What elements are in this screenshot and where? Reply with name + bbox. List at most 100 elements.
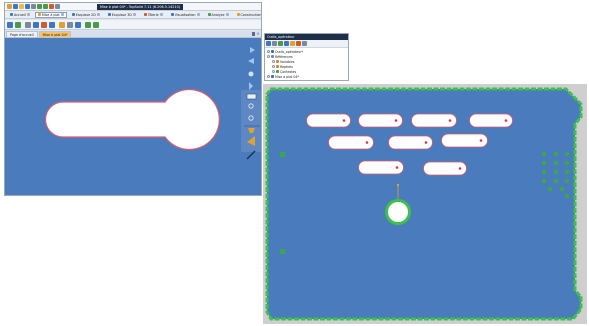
ribbon-tab[interactable]: Esquisse 3D <box>105 12 139 18</box>
unfold-icon[interactable] <box>15 22 21 28</box>
ribbon-tab-close-icon[interactable] <box>225 13 229 16</box>
expand-icon[interactable] <box>272 70 275 73</box>
close-icon[interactable]: × <box>256 32 260 36</box>
tree-item-label: Contextes <box>280 69 297 74</box>
ribbon-tab-icon <box>207 13 211 16</box>
view-arrow-icon[interactable] <box>250 47 255 53</box>
tree-node-icon <box>271 75 274 78</box>
ribbon-tab-label: Visualisation <box>174 12 196 17</box>
nested-part[interactable] <box>328 135 374 150</box>
window-title: Mise à plat 04* - TopSolid 7.11 (6.206.5… <box>97 4 184 10</box>
ribbon-tab-icon <box>10 13 13 16</box>
hole-icon[interactable] <box>59 22 65 28</box>
profile-icon[interactable] <box>49 22 55 28</box>
ribbon-tab-close-icon[interactable] <box>132 13 136 16</box>
ribbon-tab-label: Construction <box>240 12 262 17</box>
ribbon-tab[interactable]: Esquisse 2D <box>69 12 103 18</box>
project-tree-panel: Outils_opérateur Outils_opérateur* Référe… <box>264 33 349 81</box>
nested-part[interactable] <box>423 161 467 176</box>
app-logo-icon[interactable] <box>7 4 12 9</box>
lead-in-point <box>396 183 400 187</box>
clamp-marker[interactable] <box>280 249 285 254</box>
panel-tool-icon[interactable] <box>296 41 301 46</box>
panel-tool-icon[interactable] <box>266 41 271 46</box>
ribbon-tab-icon <box>143 13 147 16</box>
view-rotate-icon[interactable] <box>248 71 254 77</box>
panel-tool-icon[interactable] <box>272 41 277 46</box>
pin-icon[interactable] <box>252 32 255 36</box>
ribbon-tab-icon <box>37 13 41 16</box>
quick-access-toolbar <box>7 4 60 9</box>
ribbon-tab-label: Tôlerie <box>147 12 159 17</box>
ribbon-tab-label: Esquisse 3D <box>111 12 132 17</box>
nested-part[interactable] <box>441 133 488 148</box>
sketch-line-icon[interactable] <box>246 150 256 160</box>
refresh-icon[interactable] <box>85 22 91 28</box>
ribbon-tab-label: Analyse <box>211 12 225 17</box>
clamp-marker[interactable] <box>280 152 285 157</box>
expand-icon[interactable] <box>272 65 275 68</box>
nested-part[interactable] <box>411 113 457 128</box>
view-back-icon[interactable] <box>248 58 254 64</box>
new-icon[interactable] <box>13 4 18 9</box>
open-icon[interactable] <box>19 4 24 9</box>
ribbon-tab[interactable]: Analyse <box>205 12 232 18</box>
ribbon-tab[interactable]: Construction <box>234 12 262 18</box>
redo-icon[interactable] <box>43 4 48 9</box>
nested-part[interactable] <box>388 135 433 150</box>
ribbon-tab-close-icon[interactable] <box>26 13 30 16</box>
flat-part-outline[interactable] <box>44 88 220 151</box>
pencil-icon[interactable] <box>49 4 54 9</box>
document-tab[interactable]: Page d'accueil <box>6 31 38 37</box>
3d-viewport[interactable] <box>5 38 241 195</box>
ribbon-tab-close-icon[interactable] <box>96 13 100 16</box>
sheet-icon[interactable] <box>25 22 31 28</box>
panel-tool-icon[interactable] <box>302 41 307 46</box>
ribbon-tab[interactable]: Mise à plat <box>34 11 67 18</box>
tree-item-label: Repères <box>280 64 293 69</box>
panel-tool-icon[interactable] <box>290 41 295 46</box>
ribbon-tab[interactable]: Visualisation <box>168 12 203 18</box>
expand-icon[interactable] <box>272 60 275 63</box>
cut-icon[interactable] <box>41 22 47 28</box>
view-toolbar <box>240 38 261 195</box>
sync-icon[interactable] <box>93 22 99 28</box>
flatten-icon[interactable] <box>7 22 13 28</box>
options-icon[interactable] <box>55 4 60 9</box>
panel-tool-icon[interactable] <box>278 41 283 46</box>
title-bar: Mise à plat 04* - TopSolid 7.11 (6.206.5… <box>5 3 261 11</box>
nesting-plate-view[interactable] <box>263 84 587 324</box>
ribbon-tab-close-icon[interactable] <box>60 13 64 16</box>
print-icon[interactable] <box>31 4 36 9</box>
save-icon[interactable] <box>25 4 30 9</box>
dimension-icon[interactable] <box>75 22 81 28</box>
ribbon-tab-label: Accueil <box>14 12 26 17</box>
nesting-plate-graphic <box>265 87 583 321</box>
panel-tool-icon[interactable] <box>284 41 289 46</box>
tree-item[interactable]: Mise à plat 04* <box>265 74 348 79</box>
nested-part[interactable] <box>358 113 403 128</box>
expand-icon[interactable] <box>267 55 270 58</box>
ribbon-tab-close-icon[interactable] <box>159 13 163 16</box>
ribbon-tab-close-icon[interactable] <box>196 13 200 16</box>
tree-node-icon <box>276 65 279 68</box>
expand-icon[interactable] <box>267 50 270 53</box>
tree-item-label: Mise à plat 04* <box>275 74 300 79</box>
ribbon-tab[interactable]: Tôlerie <box>141 12 166 18</box>
bend-icon[interactable] <box>33 22 39 28</box>
measure-icon[interactable] <box>67 22 73 28</box>
flat-part-graphic <box>44 88 220 151</box>
document-tab[interactable]: Mise à plat 04* <box>38 31 72 37</box>
nested-part[interactable] <box>358 160 404 175</box>
nested-part[interactable] <box>469 113 513 128</box>
ribbon-tab[interactable]: Accueil <box>7 12 33 18</box>
nested-part[interactable] <box>306 113 351 128</box>
round-hole[interactable] <box>385 199 411 225</box>
expand-icon[interactable] <box>267 75 270 78</box>
tree-node-icon <box>276 60 279 63</box>
ribbon-tab-label: Mise à plat <box>41 12 60 17</box>
ribbon-tab-label: Esquisse 2D <box>75 12 96 17</box>
view-box-icon[interactable] <box>246 93 257 100</box>
view-pan-icon[interactable] <box>249 82 253 90</box>
undo-icon[interactable] <box>37 4 42 9</box>
